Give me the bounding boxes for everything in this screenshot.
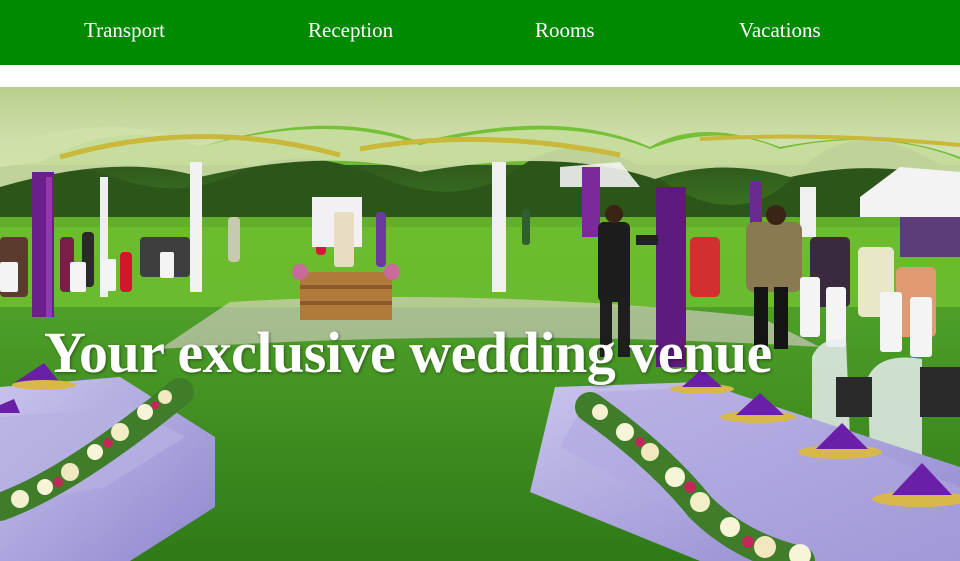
nav-link-transport[interactable]: Transport	[84, 0, 165, 60]
hero-banner: Your exclusive wedding venue	[0, 87, 960, 561]
nav-link-rooms[interactable]: Rooms	[535, 0, 595, 60]
hero-title: Your exclusive wedding venue	[44, 320, 772, 385]
nav-spacer	[0, 65, 960, 87]
nav-link-vacations[interactable]: Vacations	[739, 0, 821, 60]
main-navigation: Transport Reception Rooms Vacations	[0, 0, 960, 65]
nav-link-reception[interactable]: Reception	[308, 0, 393, 60]
